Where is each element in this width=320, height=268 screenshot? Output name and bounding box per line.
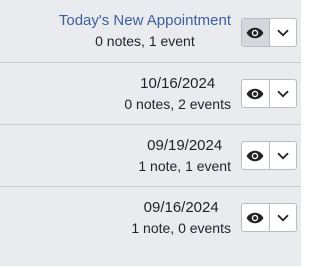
appointment-summary: 1 note, 0 events <box>131 219 231 236</box>
list-item: 09/19/2024 1 note, 1 event <box>0 124 301 186</box>
chevron-down-icon <box>277 214 289 222</box>
row-actions <box>241 79 297 108</box>
row-actions <box>241 203 297 232</box>
view-button[interactable] <box>242 204 269 231</box>
chevron-down-icon <box>277 152 289 160</box>
appointment-date: 09/19/2024 <box>147 136 223 154</box>
appointment-summary: 0 notes, 2 events <box>124 95 231 112</box>
row-actions <box>241 18 297 47</box>
appointment-summary: 1 note, 1 event <box>138 157 231 174</box>
appointment-list: Today's New Appointment 0 notes, 1 event… <box>0 0 301 266</box>
eye-icon <box>246 88 264 100</box>
view-button[interactable] <box>242 80 269 107</box>
eye-icon <box>246 150 264 162</box>
appointment-date: 09/16/2024 <box>143 198 219 216</box>
appointment-summary: 0 notes, 1 event <box>95 33 195 49</box>
list-item: 10/16/2024 0 notes, 2 events <box>0 62 301 124</box>
appointment-title-link[interactable]: Today's New Appointment <box>59 12 231 30</box>
eye-icon <box>246 27 264 39</box>
expand-button[interactable] <box>268 142 297 169</box>
chevron-down-icon <box>277 29 289 37</box>
expand-button[interactable] <box>268 204 297 231</box>
list-item: Today's New Appointment 0 notes, 1 event <box>0 0 301 62</box>
view-button[interactable] <box>242 19 269 46</box>
chevron-down-icon <box>277 90 289 98</box>
appointment-date: 10/16/2024 <box>140 74 216 92</box>
expand-button[interactable] <box>268 80 297 107</box>
eye-icon <box>246 212 264 224</box>
list-item: 09/16/2024 1 note, 0 events <box>0 186 301 248</box>
row-actions <box>241 141 297 170</box>
expand-button[interactable] <box>268 19 297 46</box>
view-button[interactable] <box>242 142 269 169</box>
